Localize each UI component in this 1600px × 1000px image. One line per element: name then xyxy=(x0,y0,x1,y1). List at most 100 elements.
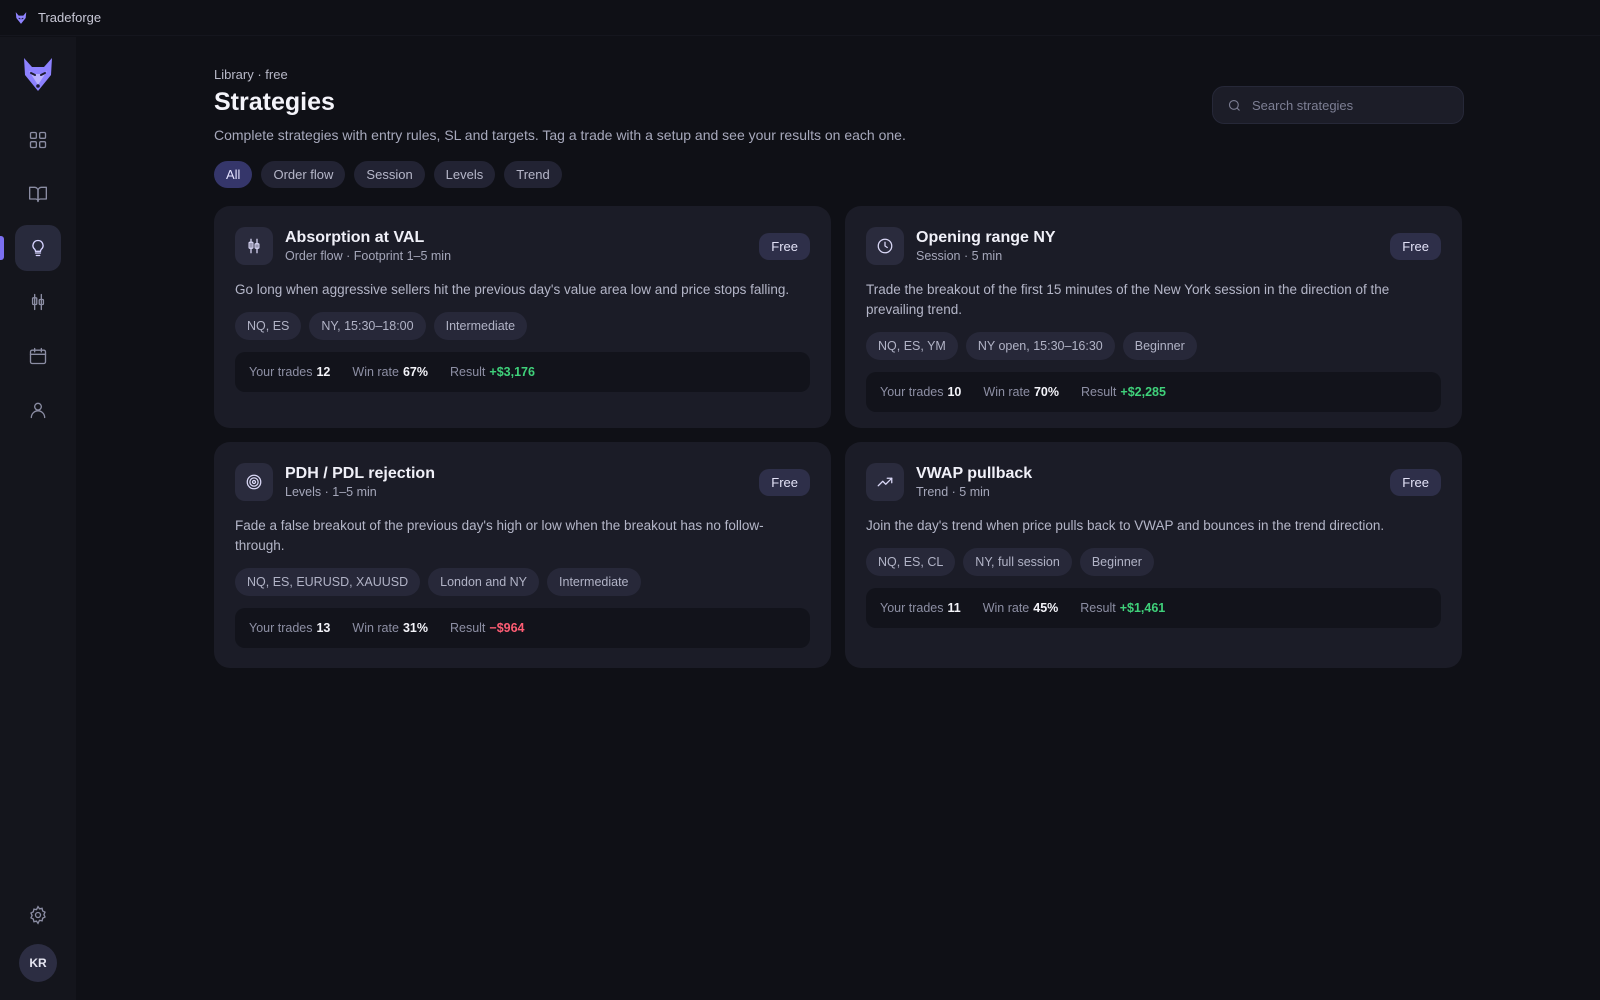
user-icon xyxy=(30,402,46,419)
book-open-icon xyxy=(29,186,47,203)
tag-session: London and NY xyxy=(428,568,540,596)
sidebar-bottom: KR xyxy=(19,905,57,982)
strategy-tags: NQ, ES, CL NY, full session Beginner xyxy=(866,548,1441,576)
sidebar-item-dashboard[interactable] xyxy=(15,117,61,163)
stat-label-winrate: Win rate xyxy=(982,601,1030,615)
avatar[interactable]: KR xyxy=(19,944,57,982)
tag-level: Beginner xyxy=(1122,332,1197,360)
stat-label-result: Result xyxy=(449,621,486,635)
strategy-title: Opening range NY xyxy=(916,229,1056,246)
stat-label-trades: Your trades xyxy=(249,621,313,635)
free-badge: Free xyxy=(1390,232,1441,260)
free-badge: Free xyxy=(759,232,810,260)
fox-logo-icon xyxy=(14,10,30,26)
strategy-tags: NQ, ES, YM NY open, 15:30–16:30 Beginner xyxy=(866,332,1441,360)
candlestick-icon xyxy=(31,293,45,311)
tag-level: Intermediate xyxy=(433,312,528,340)
tag-level: Beginner xyxy=(1079,548,1154,576)
stat-label-result: Result xyxy=(1080,385,1117,399)
stat-label-winrate: Win rate xyxy=(352,621,399,635)
search-box[interactable] xyxy=(1212,86,1464,124)
strategy-tags: NQ, ES NY, 15:30–18:00 Intermediate xyxy=(235,312,810,340)
breadcrumb: Library · free xyxy=(214,67,288,82)
target-icon xyxy=(235,463,273,501)
strategy-meta: Levels · 1–5 min xyxy=(285,485,377,499)
tag-instruments: NQ, ES, EURUSD, XAUUSD xyxy=(235,568,421,596)
stat-trades: 12 xyxy=(316,365,331,379)
strategy-description: Fade a false breakout of the previous da… xyxy=(235,518,764,553)
filter-chip-order-flow[interactable]: Order flow xyxy=(261,161,346,188)
tag-session: NY, 15:30–18:00 xyxy=(309,312,426,340)
filter-chip-all[interactable]: All xyxy=(214,161,253,188)
free-badge: Free xyxy=(1390,468,1441,496)
strategy-description: Join the day's trend when price pulls ba… xyxy=(866,518,1385,533)
stat-result: −$964 xyxy=(489,621,525,635)
stat-label-winrate: Win rate xyxy=(352,365,399,379)
search-icon xyxy=(1228,99,1240,111)
sidebar-item-profile[interactable] xyxy=(15,387,61,433)
main-content: Library · free Strategies Complete strat… xyxy=(214,37,1464,668)
stat-label-trades: Your trades xyxy=(880,601,944,615)
stat-label-result: Result xyxy=(449,365,486,379)
filter-chip-trend[interactable]: Trend xyxy=(504,161,562,188)
tag-instruments: NQ, ES xyxy=(235,312,302,340)
strategy-title: VWAP pullback xyxy=(916,465,1033,482)
strategy-stats: Your trades 13 Win rate 31% Result −$964 xyxy=(235,608,810,648)
strategy-stats: Your trades 12 Win rate 67% Result +$3,176 xyxy=(235,352,810,392)
tag-level: Intermediate xyxy=(547,568,641,596)
stat-label-trades: Your trades xyxy=(880,385,944,399)
free-badge: Free xyxy=(759,468,810,496)
stat-trades: 13 xyxy=(316,621,331,635)
stat-trades: 11 xyxy=(947,601,961,615)
strategy-title: PDH / PDL rejection xyxy=(285,465,435,482)
sidebar-item-calendar[interactable] xyxy=(15,333,61,379)
lightbulb-icon xyxy=(32,239,44,257)
sidebar: KR xyxy=(0,37,76,1000)
clock-icon xyxy=(866,227,904,265)
stat-winrate: 67% xyxy=(402,365,428,379)
strategy-title: Absorption at VAL xyxy=(285,229,425,246)
stat-trades: 10 xyxy=(947,385,962,399)
strategy-stats: Your trades 11 Win rate 45% Result +$1,461 xyxy=(866,588,1441,628)
search-input[interactable] xyxy=(1252,97,1452,113)
candlestick-icon xyxy=(235,227,273,265)
settings-button[interactable] xyxy=(28,905,48,930)
strategy-description: Trade the breakout of the first 15 minut… xyxy=(866,282,1390,317)
stat-result: +$1,461 xyxy=(1119,601,1166,615)
tag-instruments: NQ, ES, YM xyxy=(866,332,958,360)
strategy-description: Go long when aggressive sellers hit the … xyxy=(235,282,790,297)
calendar-icon xyxy=(29,347,47,365)
trending-up-icon xyxy=(866,463,904,501)
strategy-tags: NQ, ES, EURUSD, XAUUSD London and NY Int… xyxy=(235,568,810,596)
stat-label-result: Result xyxy=(1080,601,1116,615)
stat-result: +$2,285 xyxy=(1120,385,1166,399)
strategy-card[interactable]: Absorption at VAL Order flow · Footprint… xyxy=(214,206,831,428)
strategy-grid: Absorption at VAL Order flow · Footprint… xyxy=(214,206,1464,668)
stat-winrate: 45% xyxy=(1033,601,1059,615)
gear-icon xyxy=(30,905,46,925)
tag-session: NY open, 15:30–16:30 xyxy=(965,332,1115,360)
app-title: Tradeforge xyxy=(38,10,102,25)
stat-label-trades: Your trades xyxy=(249,365,313,379)
strategy-card[interactable]: PDH / PDL rejection Levels · 1–5 min Fre… xyxy=(214,442,831,668)
title-bar: Tradeforge xyxy=(0,0,1600,36)
strategy-stats: Your trades 10 Win rate 70% Result +$2,285 xyxy=(866,372,1441,412)
stat-label-winrate: Win rate xyxy=(983,385,1030,399)
sidebar-item-strategies[interactable] xyxy=(0,225,61,271)
filter-chip-session[interactable]: Session xyxy=(354,161,425,188)
sidebar-item-journal[interactable] xyxy=(15,171,61,217)
stat-winrate: 31% xyxy=(402,621,428,635)
sidebar-item-trades[interactable] xyxy=(15,279,61,325)
stat-result: +$3,176 xyxy=(489,365,535,379)
strategy-card[interactable]: Opening range NY Session · 5 min Free Tr… xyxy=(845,206,1462,428)
strategy-meta: Order flow · Footprint 1–5 min xyxy=(285,249,452,263)
grid-icon xyxy=(29,131,47,149)
strategy-meta: Session · 5 min xyxy=(916,249,1003,263)
strategy-meta: Trend · 5 min xyxy=(916,485,990,499)
strategy-card[interactable]: VWAP pullback Trend · 5 min Free Join th… xyxy=(845,442,1462,668)
page-subtitle: Complete strategies with entry rules, SL… xyxy=(214,127,906,143)
sidebar-nav xyxy=(0,117,61,433)
filter-chip-levels[interactable]: Levels xyxy=(433,161,496,188)
fox-logo-icon[interactable] xyxy=(18,55,58,95)
filter-chips: All Order flow Session Levels Trend xyxy=(214,161,1464,188)
